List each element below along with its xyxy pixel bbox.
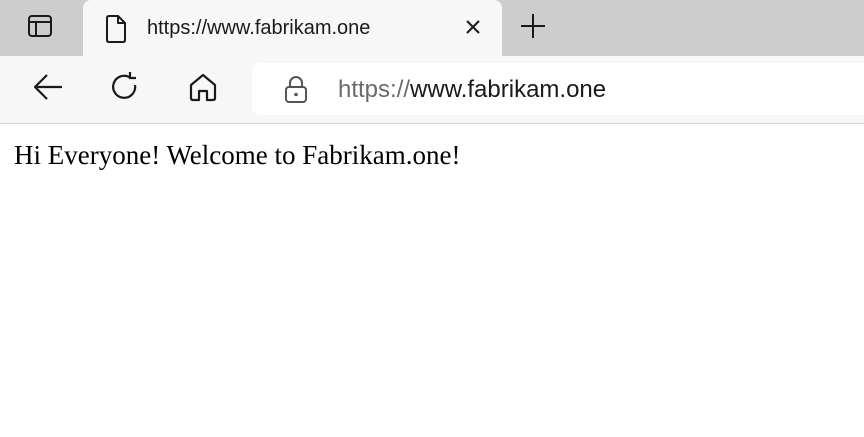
refresh-button[interactable]	[105, 70, 145, 108]
url-host: www.fabrikam.one	[410, 76, 607, 103]
page-content: Hi Everyone! Welcome to Fabrikam.one!	[0, 124, 864, 437]
url-text[interactable]: https://www.fabrikam.one	[338, 75, 606, 105]
navigation-toolbar: https://www.fabrikam.one	[0, 56, 864, 124]
tab-actions-button[interactable]	[20, 10, 60, 46]
tab-active[interactable]: https://www.fabrikam.one	[83, 0, 502, 56]
url-scheme: https://	[338, 76, 411, 103]
address-bar[interactable]: https://www.fabrikam.one	[252, 63, 864, 115]
home-button[interactable]	[183, 70, 223, 108]
tab-title: https://www.fabrikam.one	[147, 17, 371, 39]
plus-icon	[520, 13, 546, 44]
arrow-left-icon	[32, 73, 64, 106]
tab-strip: https://www.fabrikam.one	[0, 0, 864, 56]
browser-window: https://www.fabrikam.one https://www.fab…	[0, 0, 864, 437]
tab-actions-icon	[27, 14, 53, 43]
home-icon	[188, 72, 218, 107]
new-tab-button[interactable]	[514, 10, 552, 46]
page-icon	[103, 14, 129, 44]
close-tab-button[interactable]	[459, 16, 487, 42]
back-button[interactable]	[28, 70, 68, 108]
lock-icon[interactable]	[284, 76, 308, 104]
welcome-text: Hi Everyone! Welcome to Fabrikam.one!	[14, 140, 461, 170]
close-icon	[465, 19, 481, 40]
refresh-icon	[109, 71, 141, 108]
